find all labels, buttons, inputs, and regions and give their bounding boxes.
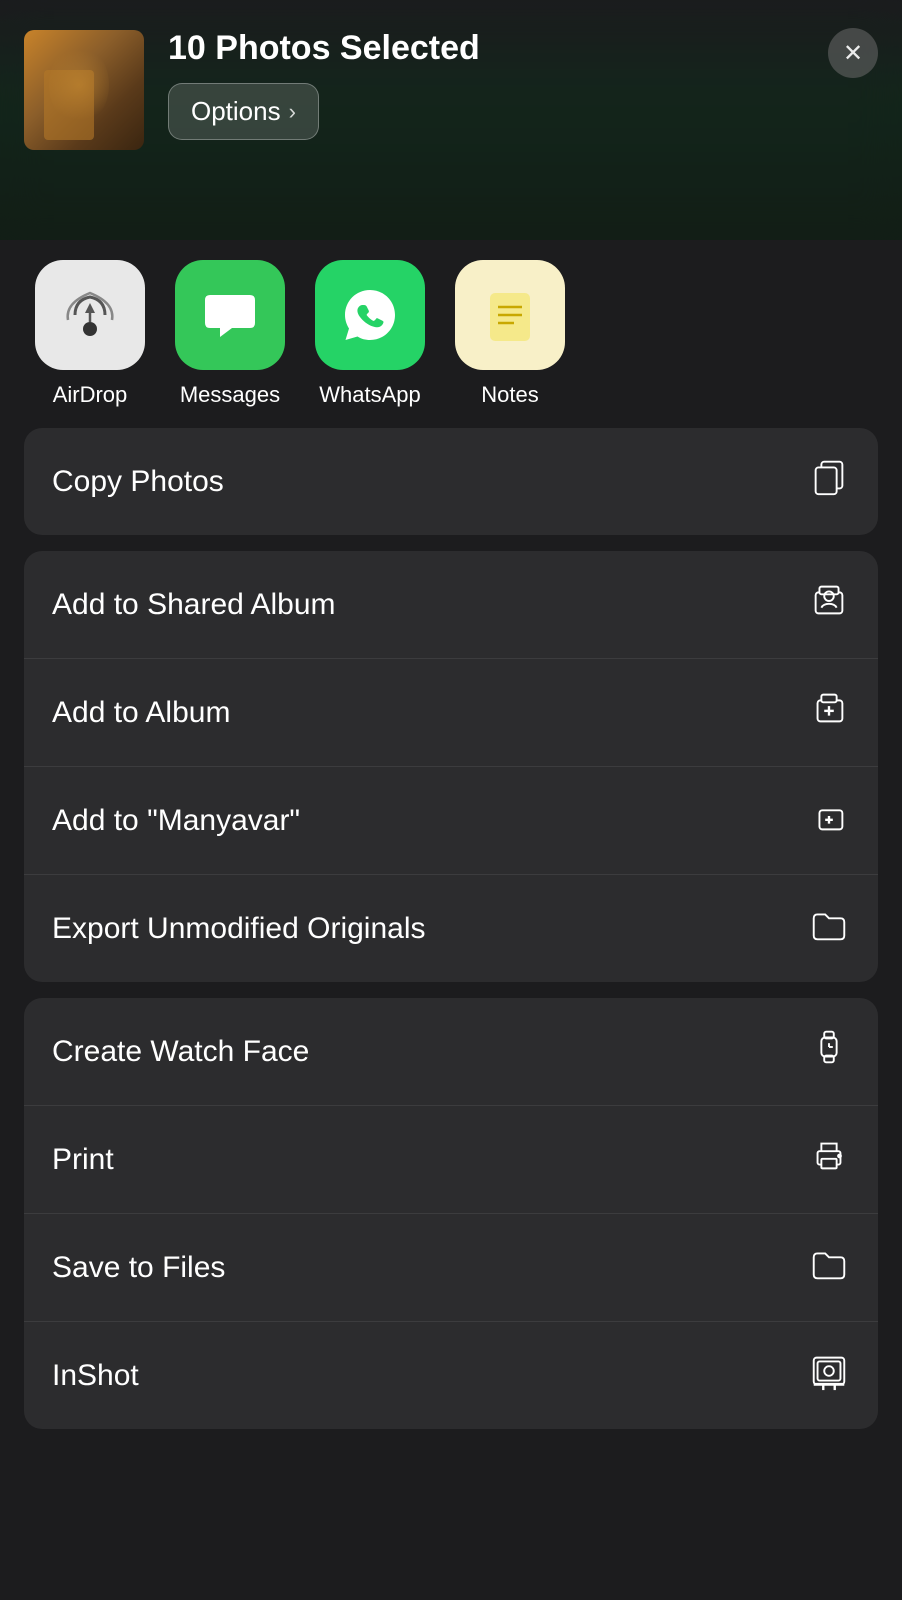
share-item-messages[interactable]: Messages — [160, 260, 300, 408]
camera-frame-icon — [808, 1350, 850, 1401]
create-watch-face-button[interactable]: Create Watch Face — [24, 998, 878, 1106]
create-watch-face-label: Create Watch Face — [52, 1035, 309, 1069]
save-to-files-label: Save to Files — [52, 1251, 225, 1285]
options-label: Options — [191, 96, 281, 127]
options-button[interactable]: Options › — [168, 83, 319, 140]
action-group-1: Copy Photos — [24, 428, 878, 535]
action-list: Copy Photos Add to Shared Album — [0, 428, 902, 1429]
airdrop-icon — [35, 260, 145, 370]
add-manyavar-label: Add to "Manyavar" — [52, 804, 300, 838]
close-icon: ✕ — [843, 39, 863, 68]
copy-icon — [808, 456, 850, 507]
messages-label: Messages — [180, 382, 280, 408]
watch-icon — [808, 1026, 850, 1077]
copy-photos-label: Copy Photos — [52, 465, 224, 499]
header: 10 Photos Selected Options › — [0, 0, 902, 150]
messages-icon — [175, 260, 285, 370]
inshot-label: InShot — [52, 1359, 139, 1393]
add-manyavar-button[interactable]: Add to "Manyavar" — [24, 767, 878, 875]
inshot-button[interactable]: InShot — [24, 1322, 878, 1429]
share-item-notes[interactable]: Notes — [440, 260, 580, 408]
copy-photos-button[interactable]: Copy Photos — [24, 428, 878, 535]
add-album-label: Add to Album — [52, 696, 230, 730]
photo-thumbnail — [24, 30, 144, 150]
notes-label: Notes — [481, 382, 538, 408]
add-to-album2-icon — [808, 795, 850, 846]
folder-icon — [808, 903, 850, 954]
header-background: 10 Photos Selected Options › ✕ — [0, 0, 902, 240]
share-item-whatsapp[interactable]: WhatsApp — [300, 260, 440, 408]
photos-selected-title: 10 Photos Selected — [168, 30, 480, 67]
share-row-container: AirDrop Messages WhatsApp — [0, 240, 902, 428]
printer-icon — [808, 1134, 850, 1185]
print-button[interactable]: Print — [24, 1106, 878, 1214]
shared-album-icon — [808, 579, 850, 630]
export-unmodified-button[interactable]: Export Unmodified Originals — [24, 875, 878, 982]
action-group-3: Create Watch Face Print — [24, 998, 878, 1429]
add-album-icon — [808, 687, 850, 738]
close-button[interactable]: ✕ — [828, 28, 878, 78]
whatsapp-label: WhatsApp — [319, 382, 421, 408]
files-folder-icon — [808, 1242, 850, 1293]
add-shared-album-button[interactable]: Add to Shared Album — [24, 551, 878, 659]
add-album-button[interactable]: Add to Album — [24, 659, 878, 767]
add-shared-album-label: Add to Shared Album — [52, 588, 336, 622]
share-item-airdrop[interactable]: AirDrop — [20, 260, 160, 408]
print-label: Print — [52, 1143, 114, 1177]
notes-icon — [455, 260, 565, 370]
chevron-right-icon: › — [289, 99, 296, 125]
share-row: AirDrop Messages WhatsApp — [0, 240, 902, 428]
action-group-2: Add to Shared Album Add to Album — [24, 551, 878, 982]
save-to-files-button[interactable]: Save to Files — [24, 1214, 878, 1322]
airdrop-label: AirDrop — [53, 382, 128, 408]
header-info: 10 Photos Selected Options › — [168, 30, 480, 140]
export-unmodified-label: Export Unmodified Originals — [52, 912, 426, 946]
whatsapp-icon — [315, 260, 425, 370]
